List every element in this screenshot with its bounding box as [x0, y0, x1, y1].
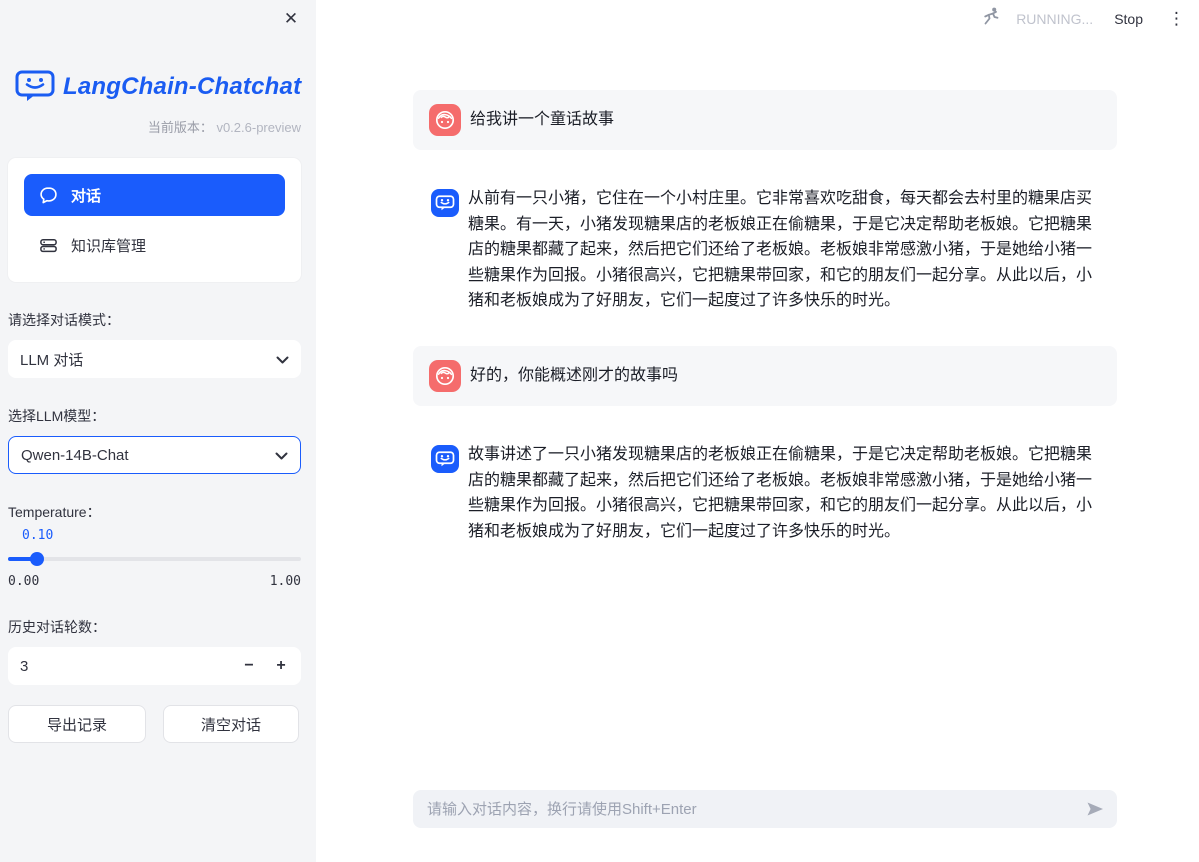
nav-item-label: 知识库管理 [71, 235, 146, 256]
assistant-avatar [431, 189, 459, 217]
history-rounds-stepper: 3 − + [8, 647, 301, 685]
history-rounds-label: 历史对话轮数： [8, 617, 301, 637]
chevron-down-icon [276, 351, 289, 368]
slider-track[interactable] [8, 557, 301, 561]
sidebar-actions: 导出记录 清空对话 [8, 705, 301, 743]
temperature-value: 0.10 [22, 528, 301, 543]
user-message: 给我讲一个童话故事 [413, 90, 1117, 150]
server-stack-icon [38, 236, 58, 255]
slider-fill [8, 557, 37, 561]
nav-item-label: 对话 [71, 185, 101, 206]
app-title: LangChain-Chatchat [63, 73, 301, 101]
assistant-message: 故事讲述了一只小猪发现糖果店的老板娘正在偷糖果，于是它决定帮助老板娘。它把糖果店… [413, 438, 1117, 544]
slider-range: 0.00 1.00 [8, 574, 301, 589]
chat-history: 给我讲一个童话故事 从前有一只小猪，它住在一个小村庄里。它非常喜欢吃甜食，每天都… [413, 0, 1117, 544]
assistant-message: 从前有一只小猪，它住在一个小村庄里。它非常喜欢吃甜食，每天都会去村里的糖果店买糖… [413, 182, 1117, 314]
dialog-mode-value: LLM 对话 [20, 349, 276, 370]
slider-thumb[interactable] [30, 552, 44, 566]
version-info: 当前版本： v0.2.6-preview [8, 117, 301, 136]
temperature-slider[interactable] [8, 552, 301, 566]
llm-model-label: 选择LLM模型： [8, 406, 301, 426]
message-text: 给我讲一个童话故事 [470, 110, 614, 129]
send-icon[interactable] [1075, 799, 1105, 819]
increment-button[interactable]: + [265, 650, 297, 682]
nav-item-knowledge-base[interactable]: 知识库管理 [24, 224, 285, 266]
chat-bubble-icon [38, 186, 58, 205]
chat-input-bar [413, 790, 1117, 828]
message-text: 好的，你能概述刚才的故事吗 [470, 366, 678, 385]
chevron-down-icon [275, 447, 288, 464]
version-label: 当前版本： [148, 120, 213, 135]
temperature-label: Temperature： [8, 502, 301, 522]
llm-model-select[interactable]: Qwen-14B-Chat [8, 436, 301, 474]
slider-max: 1.00 [270, 574, 301, 589]
decrement-button[interactable]: − [233, 650, 265, 682]
clear-dialogue-button[interactable]: 清空对话 [163, 705, 299, 743]
llm-model-value: Qwen-14B-Chat [21, 447, 275, 464]
logo: LangChain-Chatchat [15, 70, 301, 103]
version-value: v0.2.6-preview [216, 120, 301, 135]
nav-item-dialogue[interactable]: 对话 [24, 174, 285, 216]
main-area: RUNNING... Stop ⋮ 给我讲一个童话故事 [316, 0, 1199, 862]
slider-min: 0.00 [8, 574, 39, 589]
user-message: 好的，你能概述刚才的故事吗 [413, 346, 1117, 406]
nav-menu: 对话 知识库管理 [8, 158, 301, 282]
export-records-button[interactable]: 导出记录 [8, 705, 146, 743]
chat-bubble-logo-icon [15, 70, 55, 103]
user-avatar [429, 104, 461, 136]
sidebar-close-icon[interactable]: ✕ [280, 8, 302, 30]
overflow-menu-icon[interactable]: ⋮ [1164, 9, 1189, 29]
message-text: 故事讲述了一只小猪发现糖果店的老板娘正在偷糖果，于是它决定帮助老板娘。它把糖果店… [468, 442, 1101, 544]
history-rounds-value[interactable]: 3 [20, 658, 233, 675]
dialog-mode-select[interactable]: LLM 对话 [8, 340, 301, 378]
dialog-mode-label: 请选择对话模式： [8, 310, 301, 330]
chat-input[interactable] [427, 801, 1075, 818]
message-text: 从前有一只小猪，它住在一个小村庄里。它非常喜欢吃甜食，每天都会去村里的糖果店买糖… [468, 186, 1101, 314]
assistant-avatar [431, 445, 459, 473]
sidebar: ✕ LangChain-Chatchat 当前版本： v0.2.6-previe… [0, 0, 316, 862]
user-avatar [429, 360, 461, 392]
